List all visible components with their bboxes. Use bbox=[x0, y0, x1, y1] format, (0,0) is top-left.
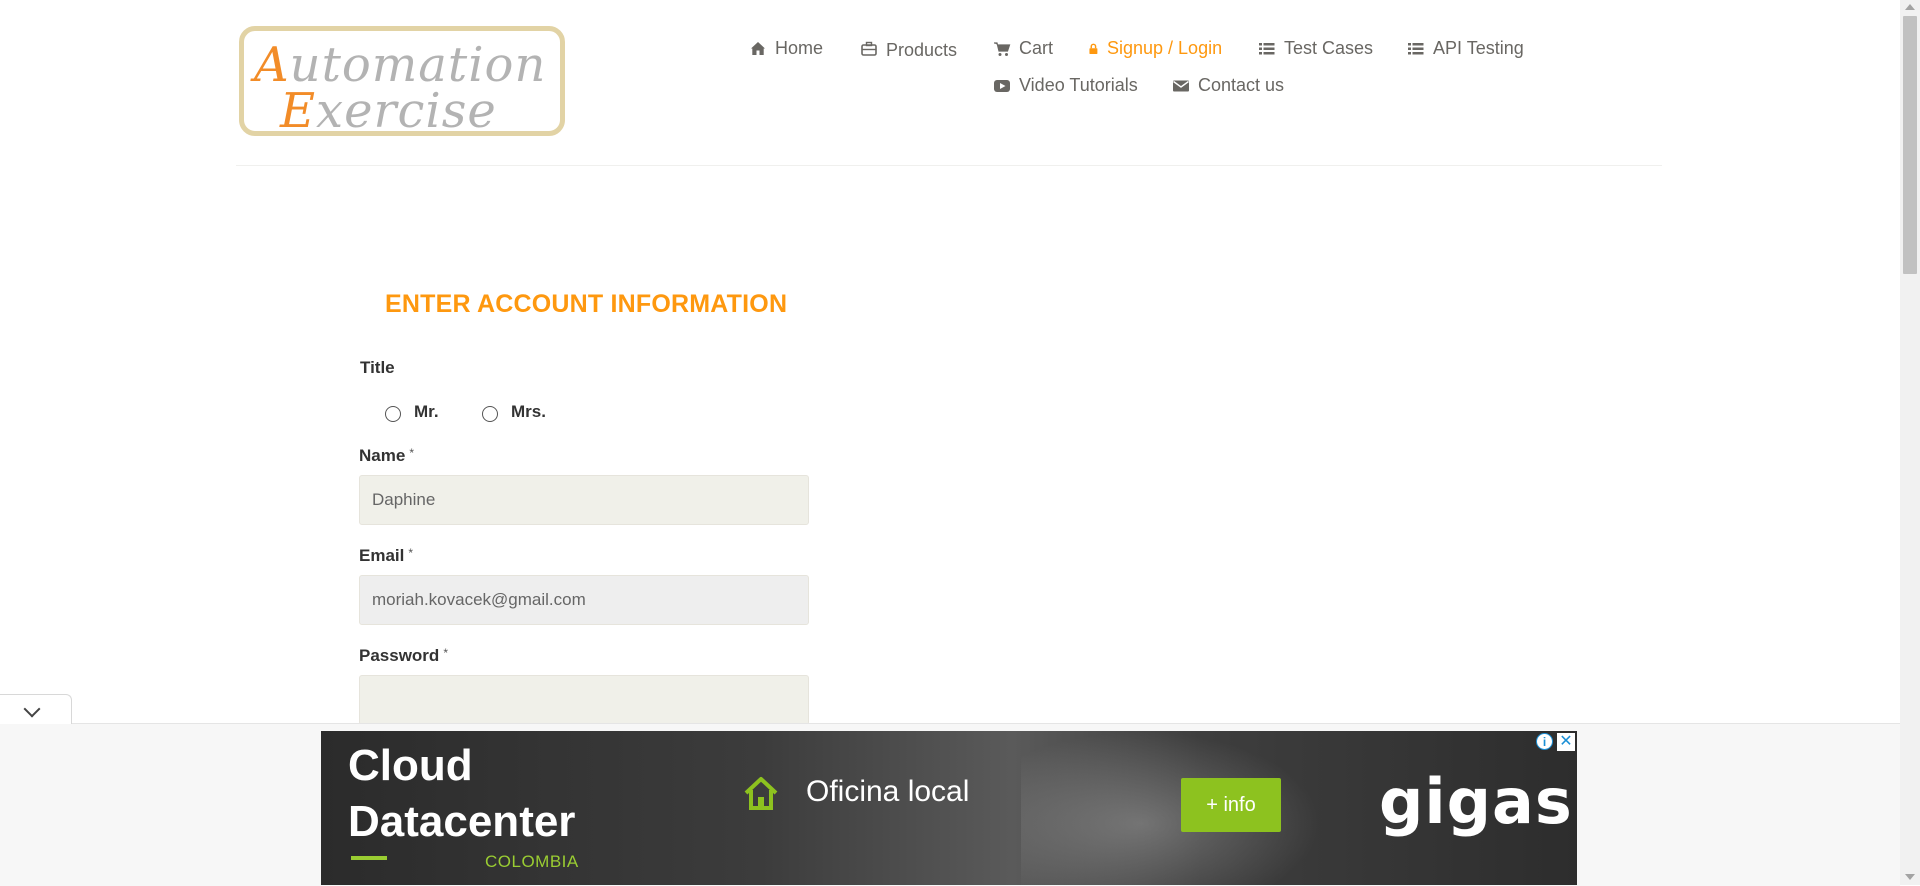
title-mr-label[interactable]: Mr. bbox=[414, 402, 439, 422]
house-icon bbox=[744, 777, 778, 810]
youtube-icon bbox=[994, 79, 1010, 92]
title-mr-radio[interactable] bbox=[385, 406, 401, 422]
briefcase-icon bbox=[861, 41, 877, 56]
nav-cart-label: Cart bbox=[1019, 38, 1054, 58]
page-scrollbar[interactable] bbox=[1900, 0, 1920, 885]
ad-office-text: Oficina local bbox=[806, 775, 970, 808]
nav-home[interactable]: Home bbox=[749, 38, 823, 59]
cart-icon bbox=[994, 41, 1011, 56]
page-title: ENTER ACCOUNT INFORMATION bbox=[385, 290, 788, 318]
ad-info-button[interactable]: + info bbox=[1181, 778, 1281, 832]
ad-headline: Cloud Datacenter bbox=[348, 741, 576, 846]
password-label: Password * bbox=[359, 646, 448, 665]
nav-products-label: Products bbox=[886, 40, 958, 60]
scroll-up-arrow-icon[interactable] bbox=[1905, 4, 1915, 10]
ad-banner[interactable]: Cloud Datacenter COLOMBIA Oficina local +… bbox=[321, 731, 1577, 885]
name-label: Name * bbox=[359, 446, 414, 465]
nav-home-label: Home bbox=[775, 38, 824, 58]
password-field[interactable] bbox=[359, 675, 809, 725]
home-icon bbox=[751, 41, 765, 55]
ad-country: COLOMBIA bbox=[485, 852, 579, 871]
ad-brand-logo: gigas bbox=[1379, 765, 1573, 838]
list-icon bbox=[1259, 42, 1275, 54]
ad-accent-bar bbox=[351, 856, 387, 860]
name-field[interactable] bbox=[359, 475, 809, 525]
site-logo[interactable]: Automation Exercise bbox=[239, 26, 565, 139]
email-field bbox=[359, 575, 809, 625]
ad-collapse-tab[interactable] bbox=[0, 694, 72, 724]
nav-signup-login-label: Signup / Login bbox=[1107, 38, 1223, 58]
scrollbar-thumb[interactable] bbox=[1903, 16, 1917, 274]
email-label: Email * bbox=[359, 546, 414, 565]
nav-video-tutorials[interactable]: Video Tutorials bbox=[993, 75, 1138, 96]
nav-test-cases[interactable]: Test Cases bbox=[1258, 38, 1373, 59]
title-mrs-radio[interactable] bbox=[482, 406, 498, 422]
nav-contact-us[interactable]: Contact us bbox=[1172, 75, 1284, 96]
nav-signup-login[interactable]: Signup / Login bbox=[1088, 38, 1222, 59]
chevron-down-icon bbox=[23, 700, 41, 718]
ad-close-icon[interactable]: ✕ bbox=[1557, 733, 1575, 751]
header-divider bbox=[236, 165, 1662, 166]
nav-cart[interactable]: Cart bbox=[993, 38, 1053, 59]
nav-test-cases-label: Test Cases bbox=[1284, 38, 1374, 58]
list-icon bbox=[1408, 42, 1424, 54]
adchoices-info-icon[interactable]: i bbox=[1536, 733, 1553, 750]
nav-contact-us-label: Contact us bbox=[1198, 75, 1285, 95]
site-header: Automation Exercise Home Products Cart S… bbox=[0, 0, 1900, 166]
title-label: Title bbox=[360, 358, 395, 377]
scroll-down-arrow-icon[interactable] bbox=[1905, 874, 1915, 880]
logo-line-2: Exercise bbox=[280, 83, 497, 139]
nav-video-tutorials-label: Video Tutorials bbox=[1019, 75, 1138, 95]
title-mrs-label[interactable]: Mrs. bbox=[511, 402, 546, 422]
envelope-icon bbox=[1173, 80, 1189, 91]
nav-api-testing-label: API Testing bbox=[1433, 38, 1524, 58]
nav-api-testing[interactable]: API Testing bbox=[1407, 38, 1524, 59]
nav-products[interactable]: Products bbox=[860, 38, 958, 60]
lock-icon bbox=[1089, 43, 1098, 54]
